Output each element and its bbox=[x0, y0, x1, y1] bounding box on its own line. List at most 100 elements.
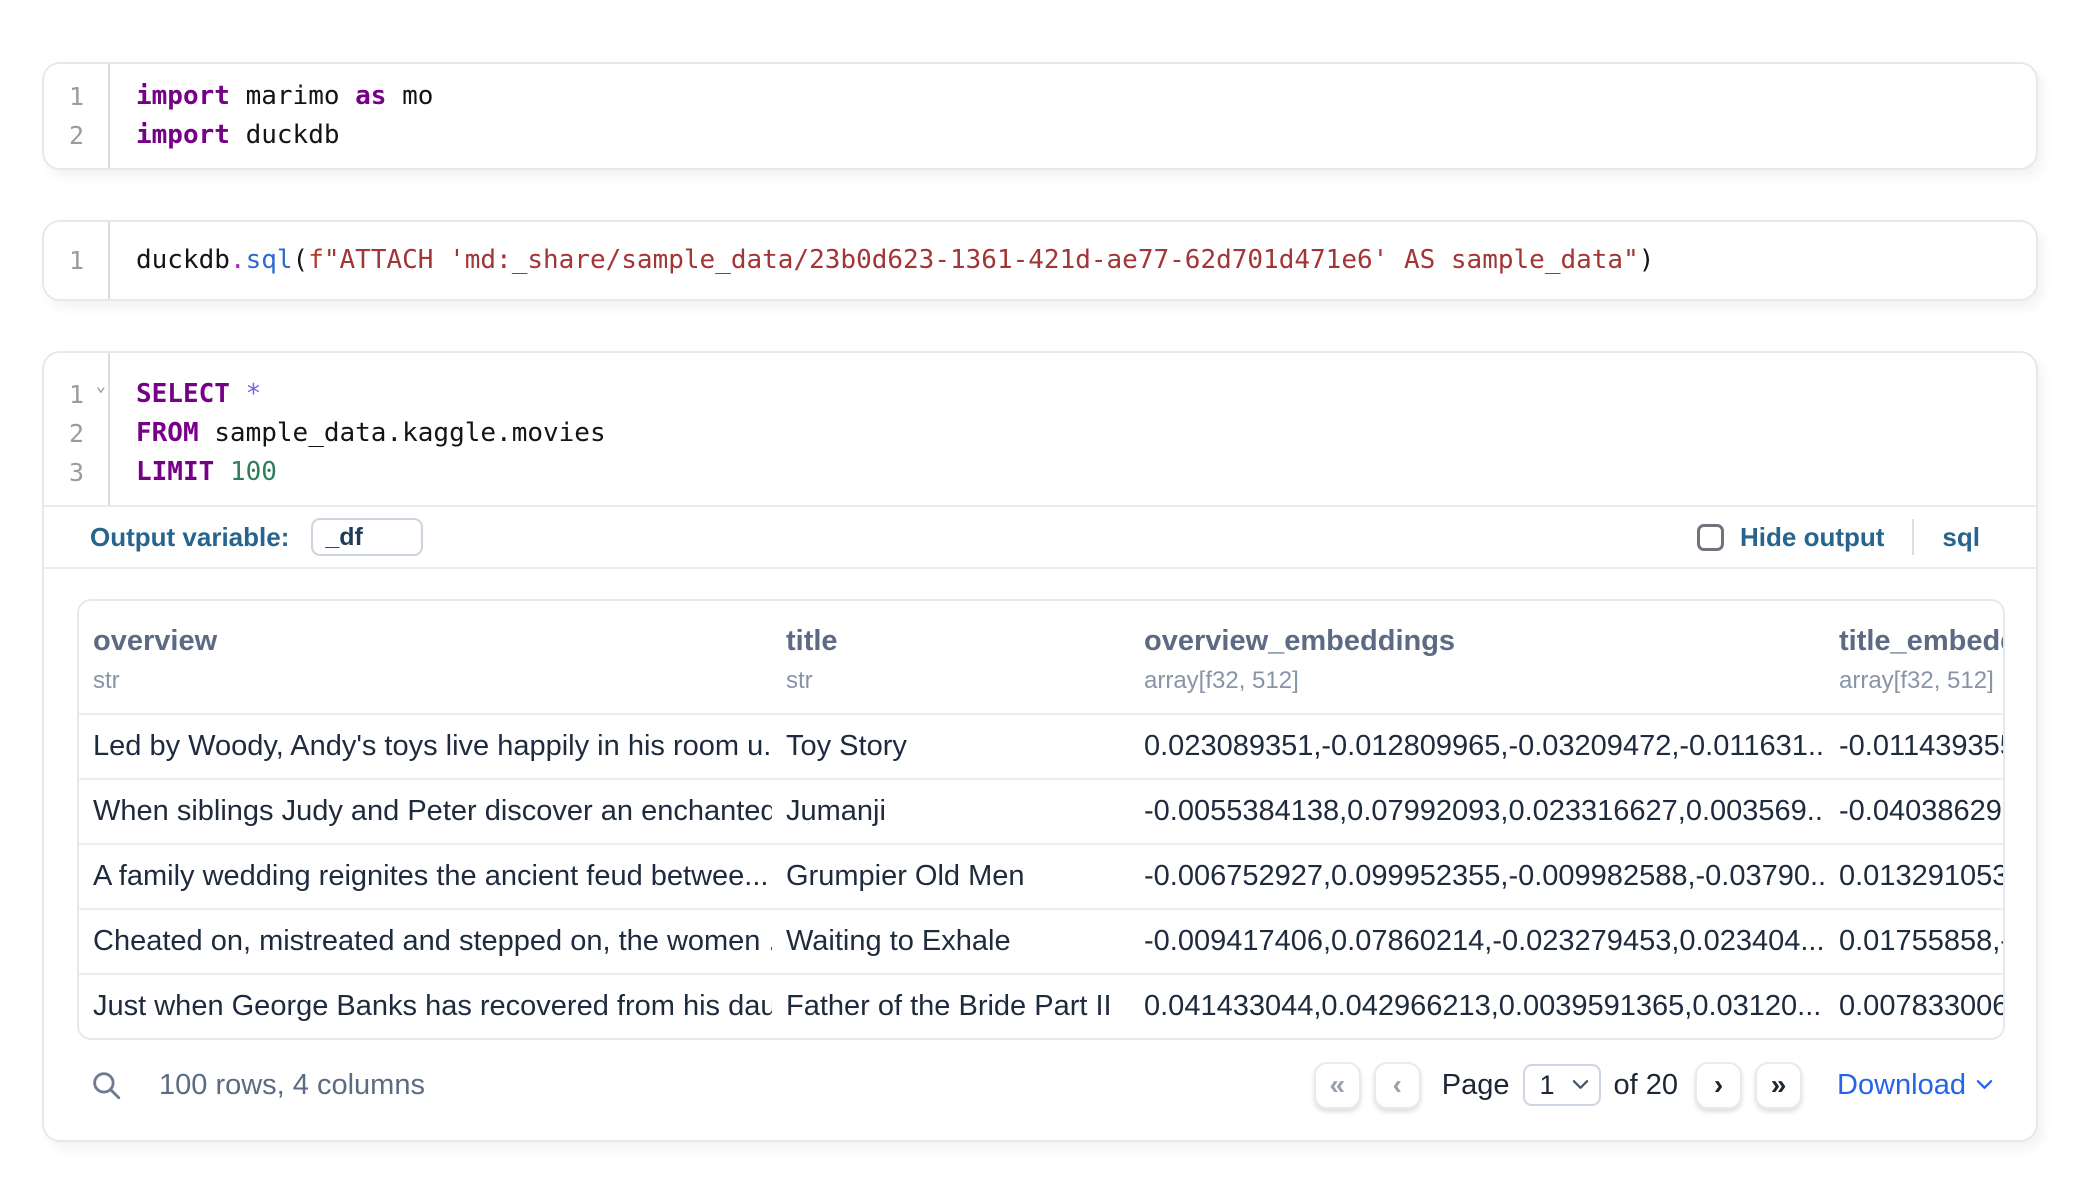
code-token: import bbox=[136, 120, 230, 150]
chevron-down-icon bbox=[1976, 1079, 1993, 1091]
code-token: ) bbox=[1639, 245, 1655, 275]
code-line[interactable]: LIMIT 100 bbox=[136, 453, 606, 492]
column-name: overview_embeddings bbox=[1144, 625, 1811, 658]
code-token: FROM bbox=[136, 418, 199, 448]
next-page-icon: › bbox=[1714, 1069, 1723, 1101]
column-type: array[f32, 512] bbox=[1839, 667, 1989, 695]
previous-page-button[interactable]: ‹ bbox=[1374, 1062, 1421, 1109]
last-page-button[interactable]: » bbox=[1755, 1062, 1802, 1109]
code-token bbox=[230, 379, 246, 409]
line-number: 1⌄ bbox=[44, 375, 84, 414]
code-token: duckdb bbox=[230, 120, 340, 150]
column-header-overview_embeddings[interactable]: overview_embeddings array[f32, 512] bbox=[1130, 601, 1825, 714]
code-editor[interactable]: 1 duckdb.sql(f"ATTACH 'md:_share/sample_… bbox=[44, 222, 2036, 299]
line-number: 2 bbox=[44, 414, 84, 453]
table-cell: -0.040386293,0.06845 bbox=[1825, 779, 2003, 844]
code-line[interactable]: SELECT * bbox=[136, 375, 606, 414]
table-cell: A family wedding reignites the ancient f… bbox=[79, 844, 772, 909]
line-number: 1 bbox=[44, 77, 84, 116]
table-cell: 0.007833006,0.097801 bbox=[1825, 974, 2003, 1038]
code-token: import bbox=[136, 81, 230, 111]
table-header-row: overview str titlestr overview_embeddingsar… bbox=[79, 601, 2003, 714]
table-cell: Grumpier Old Men bbox=[772, 844, 1130, 909]
table-cell: 0.01755858,-0.0086286 bbox=[1825, 909, 2003, 974]
line-number: 2 bbox=[44, 116, 84, 155]
table-row: Cheated on, mistreated and stepped on, t… bbox=[79, 909, 2003, 974]
code-lines[interactable]: duckdb.sql(f"ATTACH 'md:_share/sample_da… bbox=[110, 222, 1654, 299]
code-token: sql bbox=[246, 245, 293, 275]
table-cell: 0.023089351,-0.012809965,-0.03209472,-0.… bbox=[1130, 714, 1825, 779]
page-select[interactable]: 1 bbox=[1523, 1064, 1601, 1106]
hide-output-checkbox[interactable] bbox=[1697, 524, 1724, 551]
column-type: array[f32, 512] bbox=[1144, 667, 1811, 695]
table-cell: Father of the Bride Part II bbox=[772, 974, 1130, 1038]
code-token: f bbox=[308, 245, 324, 275]
next-page-button[interactable]: › bbox=[1695, 1062, 1742, 1109]
search-icon bbox=[89, 1068, 123, 1102]
page-select-value: 1 bbox=[1540, 1070, 1555, 1101]
line-numbers: 1 bbox=[44, 222, 110, 299]
code-token: 100 bbox=[230, 457, 277, 487]
first-page-icon: « bbox=[1329, 1069, 1345, 1101]
row-column-summary: 100 rows, 4 columns bbox=[159, 1069, 425, 1102]
table-cell: Toy Story bbox=[772, 714, 1130, 779]
code-token: duckdb bbox=[136, 245, 230, 275]
code-editor[interactable]: 12 import marimo as moimport duckdb bbox=[44, 64, 2036, 168]
search-button[interactable] bbox=[89, 1068, 123, 1102]
line-numbers: 12 bbox=[44, 64, 110, 168]
table-cell: 0.041433044,0.042966213,0.0039591365,0.0… bbox=[1130, 974, 1825, 1038]
table-cell: When siblings Judy and Peter discover an… bbox=[79, 779, 772, 844]
table-row: A family wedding reignites the ancient f… bbox=[79, 844, 2003, 909]
table-cell: -0.011439355,-0.02752 bbox=[1825, 714, 2003, 779]
hide-output-label: Hide output bbox=[1740, 522, 1884, 553]
code-line[interactable]: import duckdb bbox=[136, 116, 433, 155]
output-variable-input[interactable] bbox=[311, 518, 423, 556]
code-token bbox=[214, 457, 230, 487]
code-token: sample_data.kaggle.movies bbox=[199, 418, 606, 448]
table-footer: 100 rows, 4 columns « ‹ Page 1 of 20 › »… bbox=[77, 1056, 2005, 1114]
first-page-button[interactable]: « bbox=[1314, 1062, 1361, 1109]
table-cell: 0.0132910535,0.06958 bbox=[1825, 844, 2003, 909]
code-token: as bbox=[355, 81, 386, 111]
table-cell: Cheated on, mistreated and stepped on, t… bbox=[79, 909, 772, 974]
dataframe-table: overview str titlestr overview_embeddingsar… bbox=[77, 599, 2005, 1040]
chevron-down-icon bbox=[1572, 1079, 1589, 1091]
table-row: Just when George Banks has recovered fro… bbox=[79, 974, 2003, 1038]
table-cell: Just when George Banks has recovered fro… bbox=[79, 974, 772, 1038]
table-row: When siblings Judy and Peter discover an… bbox=[79, 779, 2003, 844]
column-header-title[interactable]: titlestr bbox=[772, 601, 1130, 714]
column-header-overview[interactable]: overview str bbox=[79, 601, 772, 714]
code-line[interactable]: FROM sample_data.kaggle.movies bbox=[136, 414, 606, 453]
line-number: 1 bbox=[44, 241, 84, 280]
column-name: overview bbox=[93, 625, 758, 658]
code-lines[interactable]: SELECT *FROM sample_data.kaggle.moviesLI… bbox=[110, 353, 606, 505]
code-line[interactable]: import marimo as mo bbox=[136, 77, 433, 116]
fold-chevron-icon[interactable]: ⌄ bbox=[96, 378, 106, 395]
output-variable-label: Output variable: bbox=[90, 522, 289, 553]
last-page-icon: » bbox=[1771, 1069, 1787, 1101]
code-cell-imports: 12 import marimo as moimport duckdb bbox=[42, 62, 2038, 170]
table-cell: Jumanji bbox=[772, 779, 1130, 844]
language-badge[interactable]: sql bbox=[1942, 522, 1980, 553]
code-lines[interactable]: import marimo as moimport duckdb bbox=[110, 64, 433, 168]
table-cell: -0.006752927,0.099952355,-0.009982588,-0… bbox=[1130, 844, 1825, 909]
column-type: str bbox=[93, 667, 758, 695]
table-cell: -0.009417406,0.07860214,-0.023279453,0.0… bbox=[1130, 909, 1825, 974]
code-token: SELECT bbox=[136, 379, 230, 409]
line-number: 3 bbox=[44, 453, 84, 492]
output-variable-row: Output variable: Hide output sql bbox=[44, 507, 2036, 567]
table-row: Led by Woody, Andy's toys live happily i… bbox=[79, 714, 2003, 779]
page-label: Page bbox=[1442, 1069, 1510, 1102]
code-token: marimo bbox=[230, 81, 355, 111]
column-header-title_embeddings[interactable]: title_embeddingsarray[f32, 512] bbox=[1825, 601, 2003, 714]
code-token: . bbox=[230, 245, 246, 275]
output-area: overview str titlestr overview_embeddingsar… bbox=[44, 569, 2036, 1140]
table-cell: -0.0055384138,0.07992093,0.023316627,0.0… bbox=[1130, 779, 1825, 844]
code-editor[interactable]: 1⌄23 SELECT *FROM sample_data.kaggle.mov… bbox=[44, 353, 2036, 505]
code-cell-attach: 1 duckdb.sql(f"ATTACH 'md:_share/sample_… bbox=[42, 220, 2038, 301]
download-label: Download bbox=[1837, 1069, 1966, 1102]
download-button[interactable]: Download bbox=[1837, 1069, 1993, 1102]
sql-cell: 1⌄23 SELECT *FROM sample_data.kaggle.mov… bbox=[42, 351, 2038, 1142]
vertical-divider bbox=[1912, 519, 1914, 555]
code-line[interactable]: duckdb.sql(f"ATTACH 'md:_share/sample_da… bbox=[136, 241, 1654, 280]
